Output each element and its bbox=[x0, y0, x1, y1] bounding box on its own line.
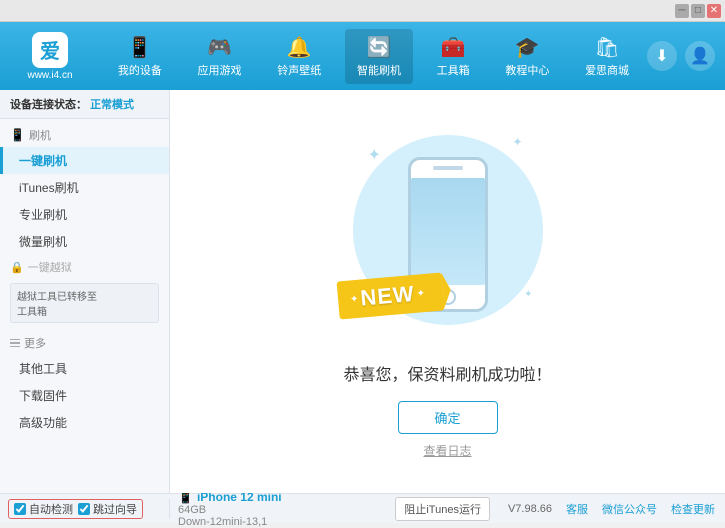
bottom-left: 自动检测 跳过向导 bbox=[0, 499, 170, 519]
nav-store[interactable]: 🛍 爱思商城 bbox=[573, 29, 641, 84]
smart-flash-icon: 🔄 bbox=[367, 35, 392, 60]
jailbreak-section: 🔒 一键越狱 bbox=[0, 255, 169, 279]
status-bar: 设备连接状态： 正常模式 bbox=[0, 90, 169, 119]
jailbreak-note: 越狱工具已转移至工具箱 bbox=[10, 283, 159, 323]
minimize-button[interactable]: ─ bbox=[675, 4, 689, 18]
close-button[interactable]: ✕ bbox=[707, 4, 721, 18]
title-bar: ─ □ ✕ bbox=[0, 0, 725, 22]
status-label: 设备连接状态： bbox=[10, 99, 87, 111]
sidebar-item-other-tools[interactable]: 其他工具 bbox=[0, 355, 169, 382]
sidebar-item-advanced[interactable]: 高级功能 bbox=[0, 409, 169, 436]
customer-service-link[interactable]: 客服 bbox=[566, 501, 588, 517]
auto-connect-label: 自动检测 bbox=[29, 501, 73, 517]
pro-flash-label: 专业刷机 bbox=[19, 208, 67, 222]
nav-toolbox[interactable]: 🧰 工具箱 bbox=[425, 29, 482, 84]
status-value: 正常模式 bbox=[90, 99, 134, 111]
wechat-link[interactable]: 微信公众号 bbox=[602, 501, 657, 517]
main-layout: 设备连接状态： 正常模式 📱 刷机 一键刷机 iTunes刷机 专业刷机 微量刷… bbox=[0, 90, 725, 493]
flash-section-title: 📱 刷机 bbox=[0, 119, 169, 147]
later-link[interactable]: 查看日志 bbox=[423, 442, 471, 459]
nav-smart-flash-label: 智能刷机 bbox=[357, 62, 401, 78]
sidebar: 设备连接状态： 正常模式 📱 刷机 一键刷机 iTunes刷机 专业刷机 微量刷… bbox=[0, 90, 170, 493]
app-games-icon: 🎮 bbox=[207, 35, 232, 60]
via-wizard-checkbox[interactable] bbox=[78, 503, 90, 515]
sidebar-item-download-firmware[interactable]: 下载固件 bbox=[0, 382, 169, 409]
bottom-bar: 自动检测 跳过向导 📱 iPhone 12 mini 64GB Down-12m… bbox=[0, 493, 725, 523]
logo-area: 爱 www.i4.cn bbox=[10, 32, 90, 81]
device-info-section: 📱 iPhone 12 mini 64GB Down-12mini-13,1 阻… bbox=[170, 490, 498, 528]
logo-icon: 爱 bbox=[32, 32, 68, 68]
store-icon: 🛍 bbox=[594, 35, 619, 60]
via-wizard-checkbox-label[interactable]: 跳过向导 bbox=[78, 501, 137, 517]
user-button[interactable]: 👤 bbox=[685, 41, 715, 71]
phone-screen bbox=[411, 178, 485, 285]
header: 爱 www.i4.cn 📱 我的设备 🎮 应用游戏 🔔 铃声壁纸 🔄 智能刷机 … bbox=[0, 22, 725, 90]
checkbox-area: 自动检测 跳过向导 bbox=[8, 499, 143, 519]
phone-illustration: ✦ ✦ ✦ ✦ NEW ✦ bbox=[348, 125, 548, 345]
nav-ringtones[interactable]: 🔔 铃声壁纸 bbox=[265, 29, 333, 84]
sidebar-item-one-click[interactable]: 一键刷机 bbox=[0, 147, 169, 174]
nav-my-device[interactable]: 📱 我的设备 bbox=[106, 29, 174, 84]
more-section-title: 更多 bbox=[0, 327, 169, 355]
star-right: ✦ bbox=[416, 287, 425, 299]
maximize-button[interactable]: □ bbox=[691, 4, 705, 18]
stop-itunes-button[interactable]: 阻止iTunes运行 bbox=[395, 497, 490, 521]
new-text: NEW bbox=[359, 280, 415, 311]
tutorial-icon: 🎓 bbox=[515, 35, 540, 60]
nav-tutorial-label: 教程中心 bbox=[505, 62, 549, 78]
sparkle-1: ✦ bbox=[368, 145, 381, 165]
sidebar-item-pro-flash[interactable]: 专业刷机 bbox=[0, 201, 169, 228]
auto-connect-checkbox-label[interactable]: 自动检测 bbox=[14, 501, 73, 517]
nav-tutorial[interactable]: 🎓 教程中心 bbox=[493, 29, 561, 84]
device-info: 📱 iPhone 12 mini 64GB Down-12mini-13,1 bbox=[178, 490, 282, 528]
toolbox-icon: 🧰 bbox=[441, 35, 466, 60]
more-section-label: 更多 bbox=[24, 335, 46, 351]
flash-section-label: 刷机 bbox=[29, 127, 51, 143]
lock-icon: 🔒 bbox=[10, 261, 24, 274]
device-storage: 64GB bbox=[178, 504, 282, 516]
nav-my-device-label: 我的设备 bbox=[118, 62, 162, 78]
nav-toolbox-label: 工具箱 bbox=[437, 62, 470, 78]
nav-items: 📱 我的设备 🎮 应用游戏 🔔 铃声壁纸 🔄 智能刷机 🧰 工具箱 🎓 教程中心… bbox=[100, 29, 647, 84]
download-firmware-label: 下载固件 bbox=[19, 389, 67, 403]
nav-smart-flash[interactable]: 🔄 智能刷机 bbox=[345, 29, 413, 84]
download-button[interactable]: ⬇ bbox=[647, 41, 677, 71]
nav-app-games-label: 应用游戏 bbox=[198, 62, 242, 78]
nav-ringtones-label: 铃声壁纸 bbox=[277, 62, 321, 78]
more-section-icon bbox=[10, 339, 20, 348]
check-update-link[interactable]: 检查更新 bbox=[671, 501, 715, 517]
sparkle-2: ✦ bbox=[512, 135, 522, 149]
my-device-icon: 📱 bbox=[127, 35, 152, 60]
nav-app-games[interactable]: 🎮 应用游戏 bbox=[186, 29, 254, 84]
sparkle-3: ✦ bbox=[524, 289, 532, 300]
phone-speaker bbox=[433, 166, 463, 170]
star-left: ✦ bbox=[349, 293, 358, 305]
content-area: ✦ ✦ ✦ ✦ NEW ✦ 恭喜您，保资料刷机成功啦！ 确定 查看日志 bbox=[170, 90, 725, 493]
logo-url: www.i4.cn bbox=[27, 70, 72, 81]
confirm-button[interactable]: 确定 bbox=[398, 401, 498, 434]
bottom-status-right: V7.98.66 客服 微信公众号 检查更新 bbox=[498, 501, 725, 517]
ringtones-icon: 🔔 bbox=[287, 35, 312, 60]
one-click-label: 一键刷机 bbox=[19, 154, 67, 168]
nav-store-label: 爱思商城 bbox=[585, 62, 629, 78]
jailbreak-label: 一键越狱 bbox=[28, 259, 72, 275]
sidebar-item-micro-flash[interactable]: 微量刷机 bbox=[0, 228, 169, 255]
flash-section-icon: 📱 bbox=[10, 128, 25, 142]
sidebar-item-itunes[interactable]: iTunes刷机 bbox=[0, 174, 169, 201]
success-text: 恭喜您，保资料刷机成功啦！ bbox=[343, 361, 551, 385]
header-right: ⬇ 👤 bbox=[647, 41, 715, 71]
micro-flash-label: 微量刷机 bbox=[19, 235, 67, 249]
itunes-label: iTunes刷机 bbox=[19, 181, 79, 195]
version-text: V7.98.66 bbox=[508, 503, 552, 515]
device-firmware: Down-12mini-13,1 bbox=[178, 516, 282, 528]
advanced-label: 高级功能 bbox=[19, 416, 67, 430]
other-tools-label: 其他工具 bbox=[19, 362, 67, 376]
via-wizard-label: 跳过向导 bbox=[93, 501, 137, 517]
auto-connect-checkbox[interactable] bbox=[14, 503, 26, 515]
